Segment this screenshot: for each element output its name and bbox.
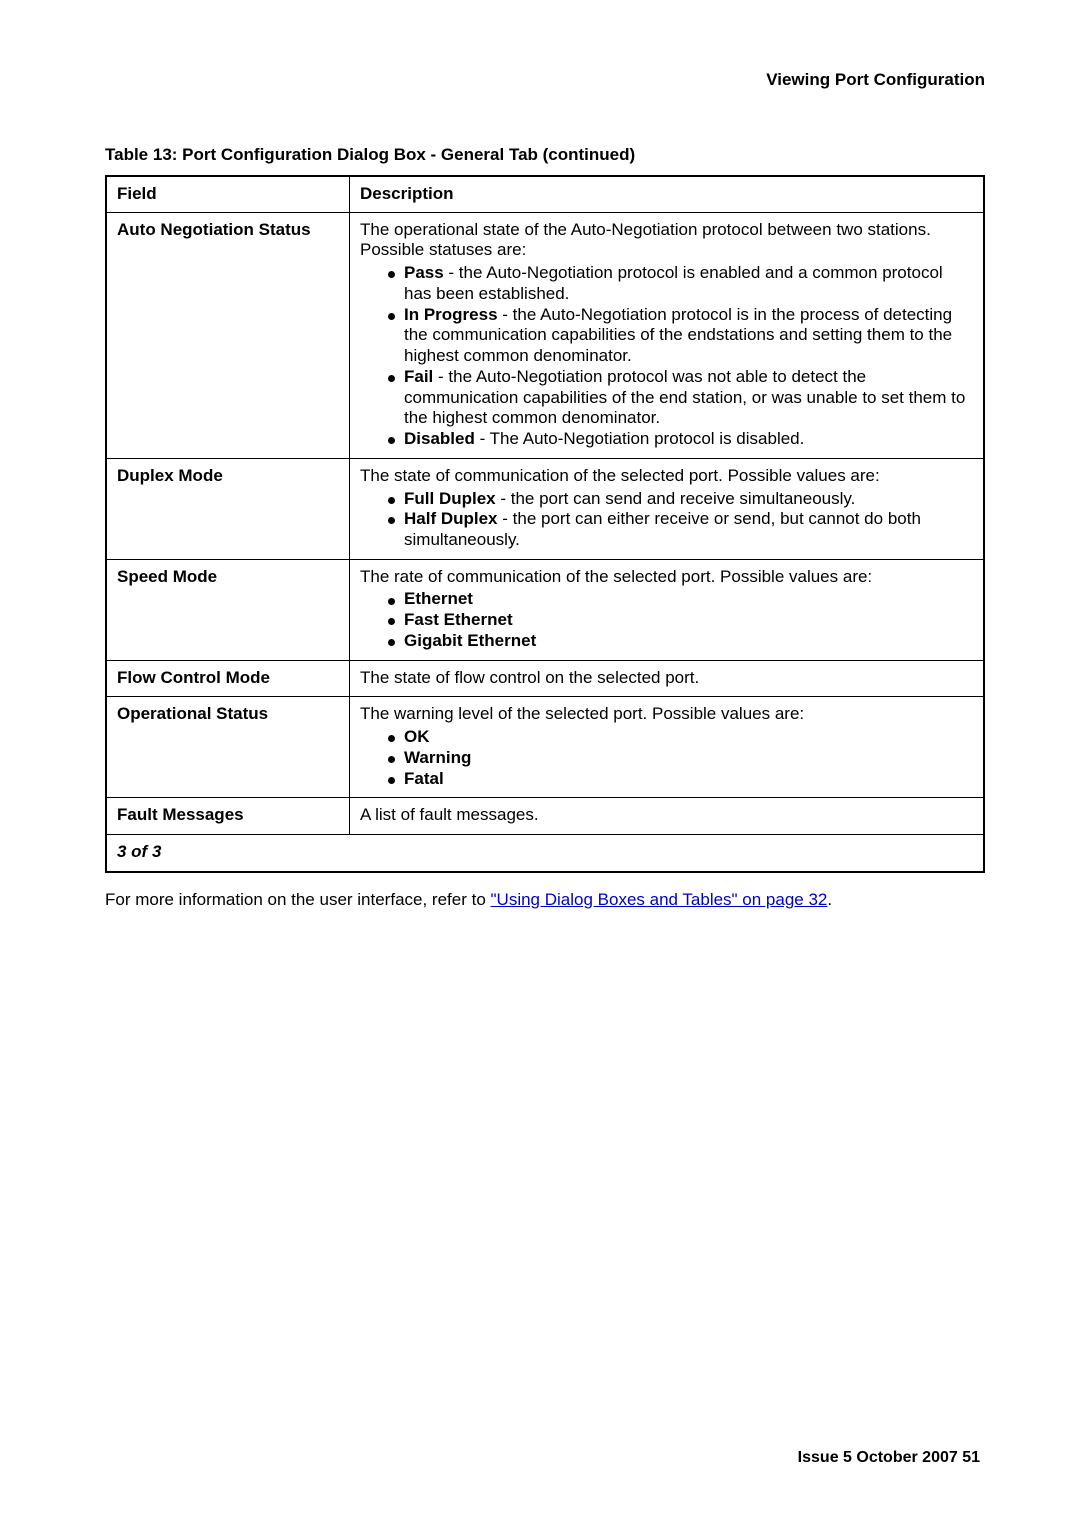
table-row: Operational Status The warning level of t…	[106, 697, 984, 798]
body-post: .	[827, 890, 832, 909]
bullet-term: OK	[404, 727, 430, 746]
bullet-term: Half Duplex	[404, 509, 498, 528]
description-lead: The rate of communication of the selecte…	[360, 567, 973, 588]
description-lead: The state of communication of the select…	[360, 466, 973, 487]
table-footer-cell: 3 of 3	[106, 835, 984, 872]
body-pre: For more information on the user interfa…	[105, 890, 491, 909]
description-cell: The rate of communication of the selecte…	[350, 559, 985, 660]
list-item: Warning	[388, 748, 973, 769]
config-table: Field Description Auto Negotiation Statu…	[105, 175, 985, 873]
description-cell: The state of communication of the select…	[350, 458, 985, 559]
list-item: In Progress - the Auto-Negotiation proto…	[388, 305, 973, 367]
list-item: Fail - the Auto-Negotiation protocol was…	[388, 367, 973, 429]
bullet-rest: - the Auto-Negotiation protocol was not …	[404, 367, 965, 427]
list-item: Half Duplex - the port can either receiv…	[388, 509, 973, 550]
bullet-term: Disabled	[404, 429, 475, 448]
description-cell: The operational state of the Auto-Negoti…	[350, 212, 985, 458]
description-lead: The warning level of the selected port. …	[360, 704, 973, 725]
page-footer: Issue 5 October 2007 51	[798, 1449, 980, 1467]
table-caption: Table 13: Port Configuration Dialog Box …	[105, 145, 985, 165]
dialog-boxes-link[interactable]: "Using Dialog Boxes and Tables" on page …	[491, 890, 828, 909]
bullet-term: Fast Ethernet	[404, 610, 513, 629]
list-item: Disabled - The Auto-Negotiation protocol…	[388, 429, 973, 450]
bullet-rest: - The Auto-Negotiation protocol is disab…	[475, 429, 805, 448]
description-cell: The warning level of the selected port. …	[350, 697, 985, 798]
body-paragraph: For more information on the user interfa…	[105, 889, 985, 911]
bullet-term: In Progress	[404, 305, 498, 324]
col-header-description: Description	[350, 176, 985, 212]
bullet-term: Fail	[404, 367, 433, 386]
bullet-term: Pass	[404, 263, 444, 282]
list-item: Fatal	[388, 769, 973, 790]
bullet-term: Gigabit Ethernet	[404, 631, 536, 650]
table-row: Speed Mode The rate of communication of t…	[106, 559, 984, 660]
field-cell: Fault Messages	[106, 798, 350, 835]
bullet-term: Warning	[404, 748, 471, 767]
table-row: Fault MessagesA list of fault messages.	[106, 798, 984, 835]
col-header-field: Field	[106, 176, 350, 212]
field-cell: Auto Negotiation Status	[106, 212, 350, 458]
field-cell: Speed Mode	[106, 559, 350, 660]
bullet-list: Ethernet Fast Ethernet Gigabit Ethernet	[360, 589, 973, 651]
description-lead: The operational state of the Auto-Negoti…	[360, 220, 973, 261]
table-footer-row: 3 of 3	[106, 835, 984, 872]
table-row: Flow Control ModeThe state of flow contr…	[106, 660, 984, 697]
bullet-list: Pass - the Auto-Negotiation protocol is …	[360, 263, 973, 450]
list-item: OK	[388, 727, 973, 748]
bullet-term: Full Duplex	[404, 489, 496, 508]
list-item: Full Duplex - the port can send and rece…	[388, 489, 973, 510]
list-item: Fast Ethernet	[388, 610, 973, 631]
table-row: Duplex Mode The state of communication of…	[106, 458, 984, 559]
bullet-list: OK Warning Fatal	[360, 727, 973, 789]
bullet-rest: - the Auto-Negotiation protocol is enabl…	[404, 263, 943, 303]
table-row: Auto Negotiation StatusThe operational s…	[106, 212, 984, 458]
bullet-term: Ethernet	[404, 589, 473, 608]
field-cell: Duplex Mode	[106, 458, 350, 559]
bullet-rest: - the port can send and receive simultan…	[496, 489, 856, 508]
bullet-term: Fatal	[404, 769, 444, 788]
field-cell: Operational Status	[106, 697, 350, 798]
list-item: Pass - the Auto-Negotiation protocol is …	[388, 263, 973, 304]
field-cell: Flow Control Mode	[106, 660, 350, 697]
page-header: Viewing Port Configuration	[105, 70, 985, 90]
list-item: Ethernet	[388, 589, 973, 610]
list-item: Gigabit Ethernet	[388, 631, 973, 652]
bullet-list: Full Duplex - the port can send and rece…	[360, 489, 973, 551]
description-cell: A list of fault messages.	[350, 798, 985, 835]
description-cell: The state of flow control on the selecte…	[350, 660, 985, 697]
